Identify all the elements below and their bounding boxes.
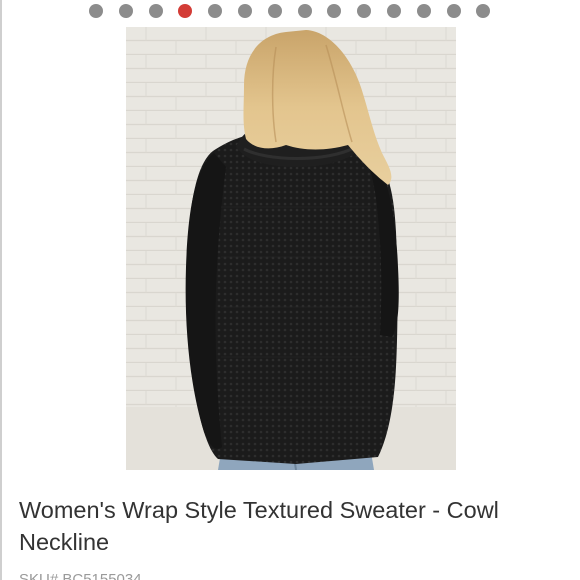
- product-image[interactable]: [126, 27, 456, 470]
- carousel-dot[interactable]: [118, 4, 133, 18]
- carousel-dot[interactable]: [267, 4, 282, 18]
- carousel-dot[interactable]: [386, 4, 401, 18]
- sweater-back-photo: [126, 27, 456, 470]
- carousel-dot[interactable]: [148, 4, 163, 18]
- carousel-dot[interactable]: [357, 4, 372, 18]
- left-edge-rule: [0, 0, 2, 580]
- carousel-dot[interactable]: [237, 4, 252, 18]
- product-sku: SKU# BC5155034: [19, 571, 142, 580]
- carousel-dot[interactable]: [297, 4, 312, 18]
- carousel-dot[interactable]: [89, 4, 103, 18]
- product-page: Women's Wrap Style Textured Sweater - Co…: [0, 0, 580, 580]
- carousel-pagination: [89, 4, 491, 18]
- carousel-dot[interactable]: [327, 4, 342, 18]
- carousel-dot[interactable]: [446, 4, 461, 18]
- carousel-dot[interactable]: [416, 4, 431, 18]
- carousel-dot-active[interactable]: [178, 4, 193, 18]
- carousel-dot[interactable]: [476, 4, 491, 18]
- product-title: Women's Wrap Style Textured Sweater - Co…: [19, 497, 499, 555]
- carousel-dot[interactable]: [208, 4, 223, 18]
